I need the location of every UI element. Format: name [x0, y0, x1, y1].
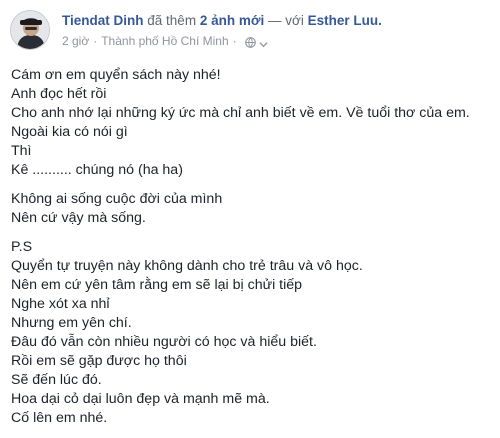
paragraph-3: P.S Quyển tự truyện này không dành cho t…: [11, 238, 491, 428]
text-line: Kê .......... chúng nó (ha ha): [11, 162, 183, 178]
action-text: đã thêm: [147, 13, 197, 28]
text-line: Nhưng em yên chí.: [11, 315, 132, 331]
post-meta: Tiendat Dinh đã thêm 2 ảnh mới — với Est…: [62, 12, 382, 49]
with-text: — với: [267, 13, 304, 28]
avatar[interactable]: [10, 10, 50, 50]
text-line: Nghe xót xa nhỉ: [11, 296, 110, 312]
paragraph-2: Không ai sống cuộc đời của mình Nên cứ v…: [11, 190, 491, 228]
text-line: Hoa dại cỏ dại luôn đẹp và mạnh mẽ mà.: [11, 391, 270, 407]
separator-dot: ·: [93, 34, 98, 48]
text-line: Ngoài kia có nói gì: [11, 124, 128, 140]
post-subline: 2 giờ · Thành phố Hồ Chí Minh ·: [62, 33, 382, 49]
text-line: Cố lên em nhé.: [11, 410, 108, 426]
text-line: Không ai sống cuộc đời của mình: [11, 191, 223, 207]
text-line: Sẽ đến lúc đó.: [11, 372, 102, 388]
post-header: Tiendat Dinh đã thêm 2 ảnh mới — với Est…: [10, 8, 490, 52]
post-headline: Tiendat Dinh đã thêm 2 ảnh mới — với Est…: [62, 12, 382, 30]
chevron-down-icon[interactable]: [259, 37, 268, 47]
text-line: Nên em cứ yên tâm rằng em sẽ lại bị chửi…: [11, 277, 303, 293]
separator-dot: ·: [232, 34, 237, 48]
text-line: Cho anh nhớ lại những ký ức mà chỉ anh b…: [11, 105, 470, 121]
text-line: P.S: [11, 239, 33, 255]
tagged-friend-link[interactable]: Esther Luu.: [308, 13, 382, 28]
post-timestamp[interactable]: 2 giờ: [62, 33, 89, 49]
avatar-image: [11, 11, 49, 49]
text-line: Nên cứ vậy mà sống.: [11, 210, 146, 226]
post-text: Cám ơn em quyển sách này nhé! Anh đọc hế…: [11, 66, 491, 438]
text-line: Quyển tự truyện này không dành cho trẻ t…: [11, 258, 363, 274]
post-card: Tiendat Dinh đã thêm 2 ảnh mới — với Est…: [0, 0, 500, 426]
photos-link[interactable]: 2 ảnh mới: [200, 13, 264, 28]
text-line: Cám ơn em quyển sách này nhé!: [11, 67, 221, 83]
text-line: Đâu đó vẫn còn nhiều người có học và hiể…: [11, 334, 317, 350]
globe-icon[interactable]: [244, 36, 256, 48]
location-link[interactable]: Thành phố Hồ Chí Minh: [101, 33, 228, 49]
paragraph-1: Cám ơn em quyển sách này nhé! Anh đọc hế…: [11, 66, 491, 180]
text-line: Rồi em sẽ gặp được họ thôi: [11, 353, 187, 369]
author-name[interactable]: Tiendat Dinh: [62, 13, 144, 28]
text-line: Thì: [11, 143, 32, 159]
text-line: Anh đọc hết rồi: [11, 86, 107, 102]
